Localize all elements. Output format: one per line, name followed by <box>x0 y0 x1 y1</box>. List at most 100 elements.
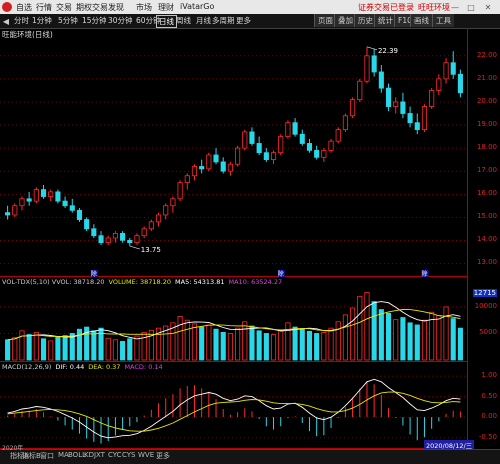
candle <box>206 154 212 170</box>
close-icon[interactable]: ✕ <box>483 2 493 12</box>
macd-axis: 1.00 0.50 0.00 -0.50 <box>468 362 500 449</box>
toolbar-button-2[interactable]: 历史 <box>354 14 376 27</box>
candle <box>306 143 313 151</box>
maximize-icon[interactable]: □ <box>466 2 476 12</box>
menu-item-3[interactable]: 期权交易 <box>76 2 108 13</box>
indicator-tab-9[interactable]: WVE <box>138 451 154 459</box>
macd-tick-label: 0.00 <box>481 412 497 421</box>
volume-bar <box>443 306 449 361</box>
low-pointer <box>129 245 140 250</box>
price-tick-label: 15.00 <box>476 212 497 221</box>
candle <box>134 235 140 244</box>
menu-item-4[interactable]: 发现 <box>108 2 124 13</box>
indicator-tab-8[interactable]: CYS <box>122 451 135 459</box>
menu-item-1[interactable]: 行情 <box>36 2 52 13</box>
toolbar-button-5[interactable]: 画线 <box>410 14 432 27</box>
volume-bar <box>328 327 334 361</box>
menu-item-0[interactable]: 自选 <box>16 2 32 13</box>
candle <box>335 129 341 142</box>
price-chart[interactable]: 22.39 13.75 除 除 除 <box>0 28 468 277</box>
volume-current-tick: 12715 <box>472 288 497 297</box>
period-tab-10[interactable]: 更多 <box>234 15 253 26</box>
toolbar-button-6[interactable]: 工具 <box>432 14 454 27</box>
candle <box>357 80 363 101</box>
volume-bar <box>48 340 54 361</box>
volume-bar <box>364 292 370 361</box>
candle <box>249 131 255 144</box>
indicator-tab-5[interactable]: KDJ <box>84 451 96 459</box>
volume-bar <box>249 325 255 361</box>
candle <box>69 205 75 211</box>
period-tab-2[interactable]: 5分钟 <box>56 15 80 26</box>
volume-bar <box>177 316 183 361</box>
menu-item-7[interactable]: iVatarGo <box>180 2 214 11</box>
candle <box>328 140 334 151</box>
minimize-icon[interactable]: — <box>450 2 460 12</box>
volume-bar <box>76 328 83 361</box>
candle <box>5 212 11 216</box>
volume-bar <box>91 330 97 361</box>
volume-bar <box>12 337 18 361</box>
period-tab-3[interactable]: 15分钟 <box>80 15 109 26</box>
volume-bar <box>55 336 61 361</box>
candle <box>400 101 406 114</box>
macd-tick-label: -0.50 <box>478 432 497 441</box>
indicator-tab-2[interactable]: 窗口 <box>40 451 54 461</box>
menu-link-env[interactable]: 旺旺环境 <box>418 2 450 13</box>
high-pointer <box>366 46 378 51</box>
candle <box>76 209 83 220</box>
candle <box>450 62 456 75</box>
period-tab-9[interactable]: 多周期 <box>210 15 237 26</box>
candle <box>98 235 104 244</box>
indicator-tab-7[interactable]: CYC <box>108 451 122 459</box>
volume-bar <box>191 323 198 361</box>
indicator-tab-1[interactable]: 指标B <box>22 451 41 461</box>
period-tab-1[interactable]: 1分钟 <box>30 15 54 26</box>
volume-bar <box>407 322 413 361</box>
volume-bar <box>321 332 327 361</box>
volume-tick-label: 5000 <box>479 328 497 337</box>
app-logo-icon <box>2 2 12 12</box>
menu-item-6[interactable]: 理财 <box>158 2 174 13</box>
menu-link-trade-login[interactable]: 证券交易已登录 <box>358 2 414 13</box>
candle <box>385 87 392 107</box>
price-tick-label: 19.00 <box>476 120 497 129</box>
candle <box>184 175 190 184</box>
macd-chart[interactable] <box>0 362 468 449</box>
volume-bar <box>112 339 118 361</box>
volume-bar <box>335 321 341 361</box>
candle <box>378 71 384 89</box>
volume-bar <box>220 332 226 361</box>
period-tab-4[interactable]: 30分钟 <box>106 15 135 26</box>
volume-bar <box>421 319 428 361</box>
volume-bar <box>292 326 298 361</box>
candle <box>112 233 118 239</box>
price-tick-label: 20.00 <box>476 96 497 105</box>
menu-bar: 自选 行情 交易 期权交易 发现 市场 理财 iVatarGo 证券交易已登录 旺旺环境 — … <box>0 0 500 15</box>
menu-item-2[interactable]: 交易 <box>56 2 72 13</box>
candle <box>155 214 162 223</box>
volume-bar <box>33 332 39 361</box>
volume-bar <box>357 295 363 361</box>
indicator-tab-6[interactable]: XT <box>96 451 105 459</box>
toolbar-button-1[interactable]: 叠加 <box>334 14 356 27</box>
candle <box>19 198 25 207</box>
macd-dea-line <box>7 391 461 432</box>
menu-item-5[interactable]: 市场 <box>136 2 152 13</box>
indicator-tab-10[interactable]: 更多 <box>156 451 170 461</box>
candle <box>148 221 154 230</box>
toolbar-button-3[interactable]: 统计 <box>374 14 396 27</box>
back-arrow-icon[interactable]: ◀ <box>2 16 10 26</box>
period-tab-7[interactable]: 周线 <box>174 15 193 26</box>
volume-bar <box>19 330 25 361</box>
candle <box>342 115 348 131</box>
ex-dividend-label: 除 <box>421 270 427 277</box>
volume-bar <box>213 328 219 361</box>
toolbar-button-0[interactable]: 页面 <box>314 14 336 27</box>
candle <box>84 219 90 230</box>
period-tab-0[interactable]: 分时 <box>12 15 31 26</box>
candle <box>40 189 47 197</box>
volume-chart[interactable] <box>0 277 468 362</box>
volume-bar <box>371 301 377 361</box>
indicator-tabs: 2020年 指标A 指标B 窗口 MA BOLL KDJ XT CYC CYS WVE 更多 <box>0 445 500 464</box>
